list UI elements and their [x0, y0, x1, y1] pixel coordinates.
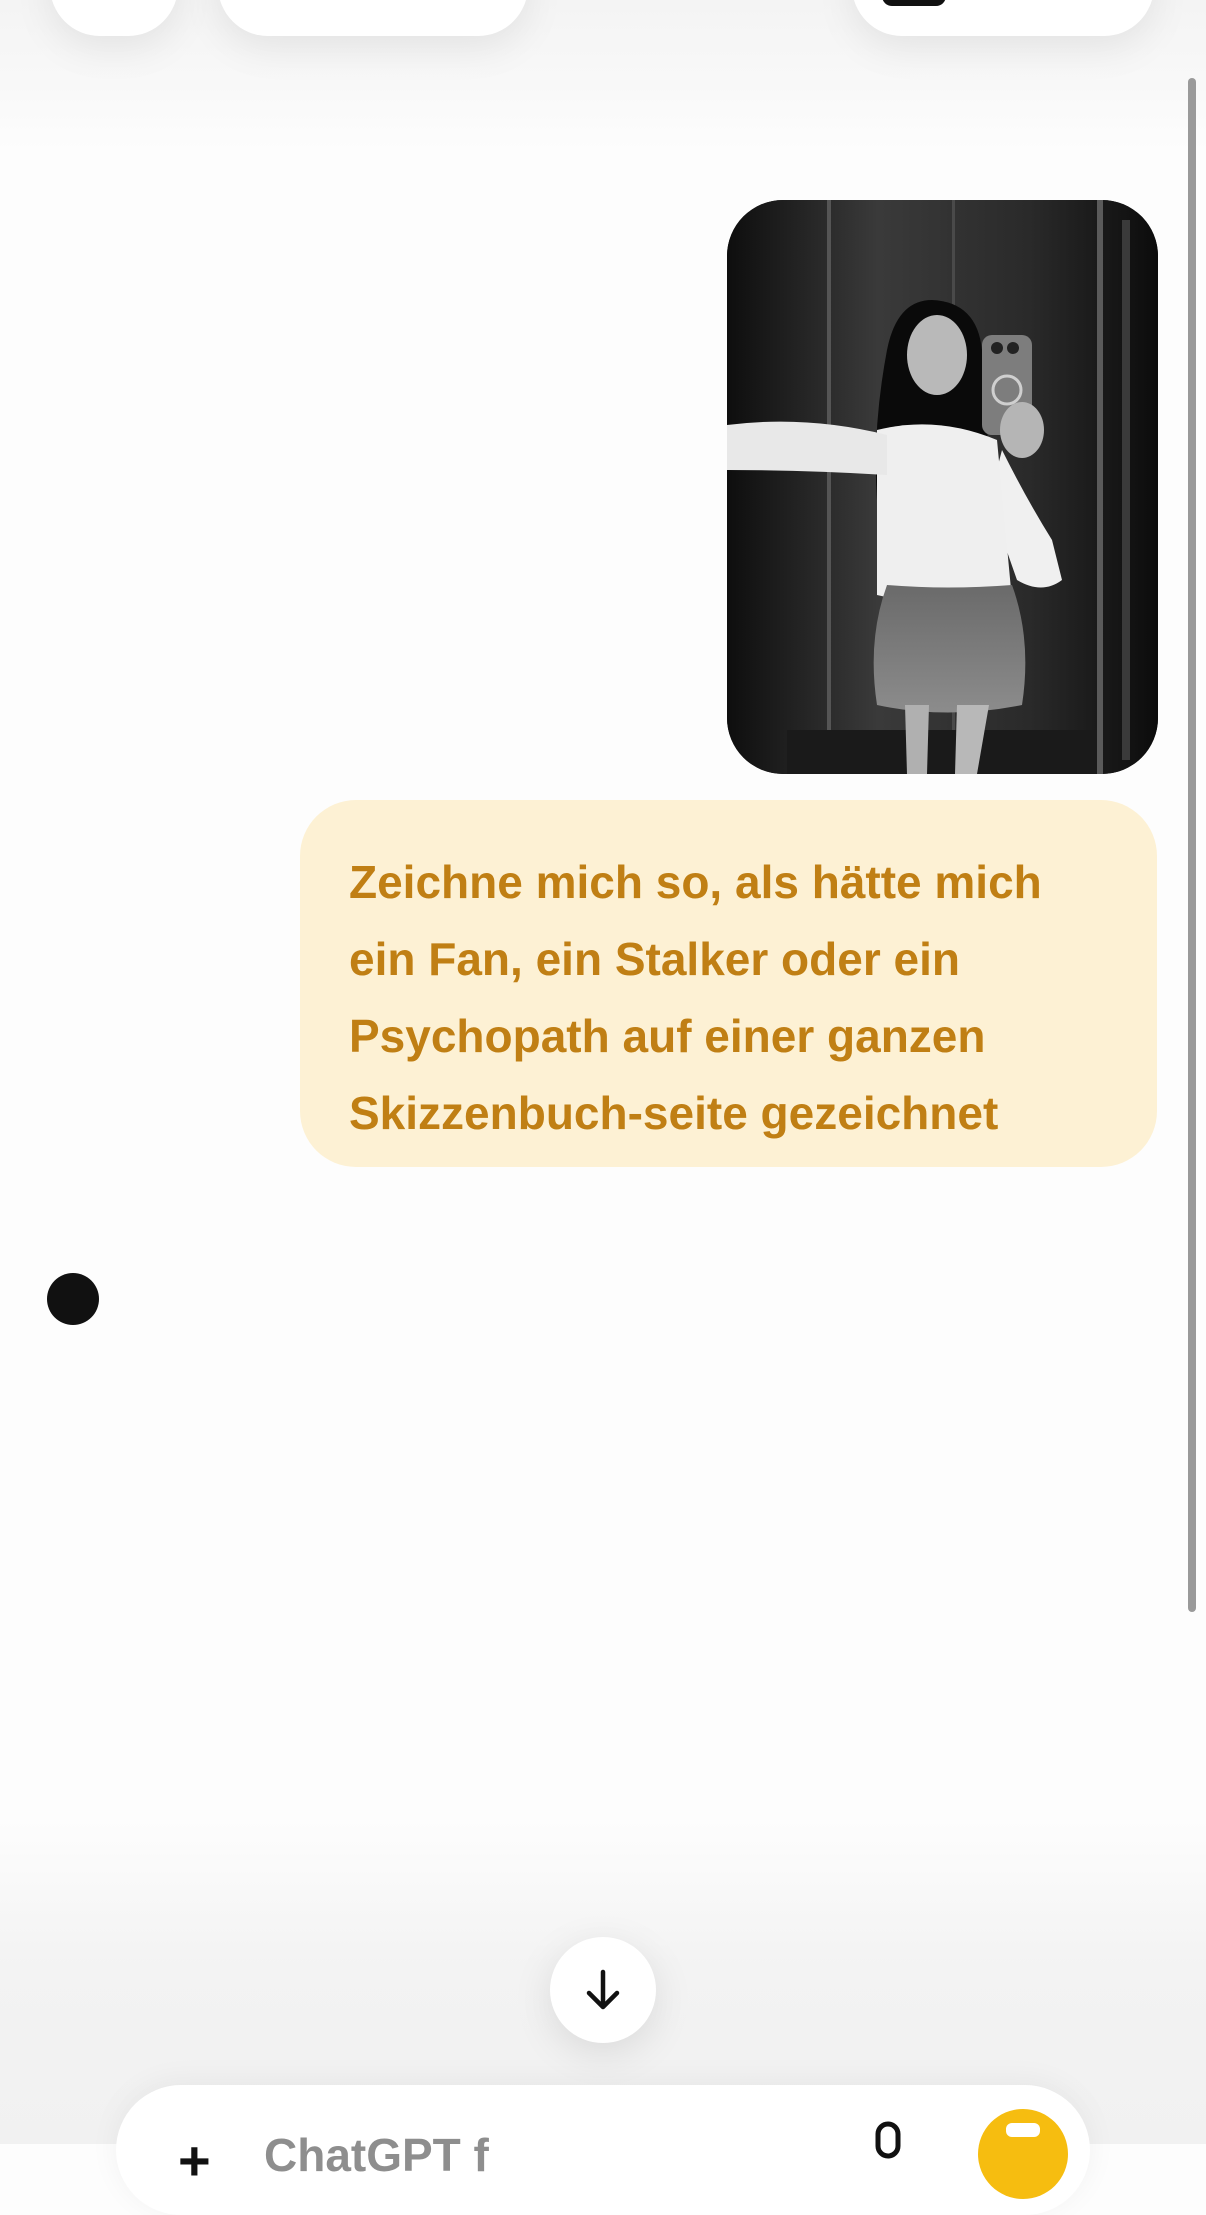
selfie-photo — [727, 200, 1158, 774]
user-message-bubble[interactable]: Zeichne mich so, als hätte mich ein Fan,… — [300, 800, 1157, 1167]
new-chat-icon — [882, 0, 946, 6]
voice-mode-button[interactable] — [978, 2109, 1068, 2199]
voice-mode-icon — [1006, 2123, 1040, 2137]
arrow-down-icon — [586, 1969, 620, 2010]
model-selector-button[interactable] — [218, 0, 528, 36]
scrollbar[interactable] — [1188, 78, 1196, 1612]
add-attachment-icon[interactable]: + — [178, 2133, 211, 2189]
user-image-attachment[interactable] — [727, 200, 1158, 774]
message-input[interactable]: ChatGPT f — [264, 2127, 489, 2183]
header-actions-button[interactable] — [852, 0, 1154, 36]
scroll-to-bottom-button[interactable] — [550, 1937, 656, 2043]
microphone-icon[interactable] — [871, 2121, 905, 2171]
user-message-text: Zeichne mich so, als hätte mich ein Fan,… — [349, 856, 1042, 1139]
assistant-typing-indicator — [47, 1273, 99, 1325]
message-composer[interactable]: + ChatGPT f — [116, 2085, 1090, 2215]
